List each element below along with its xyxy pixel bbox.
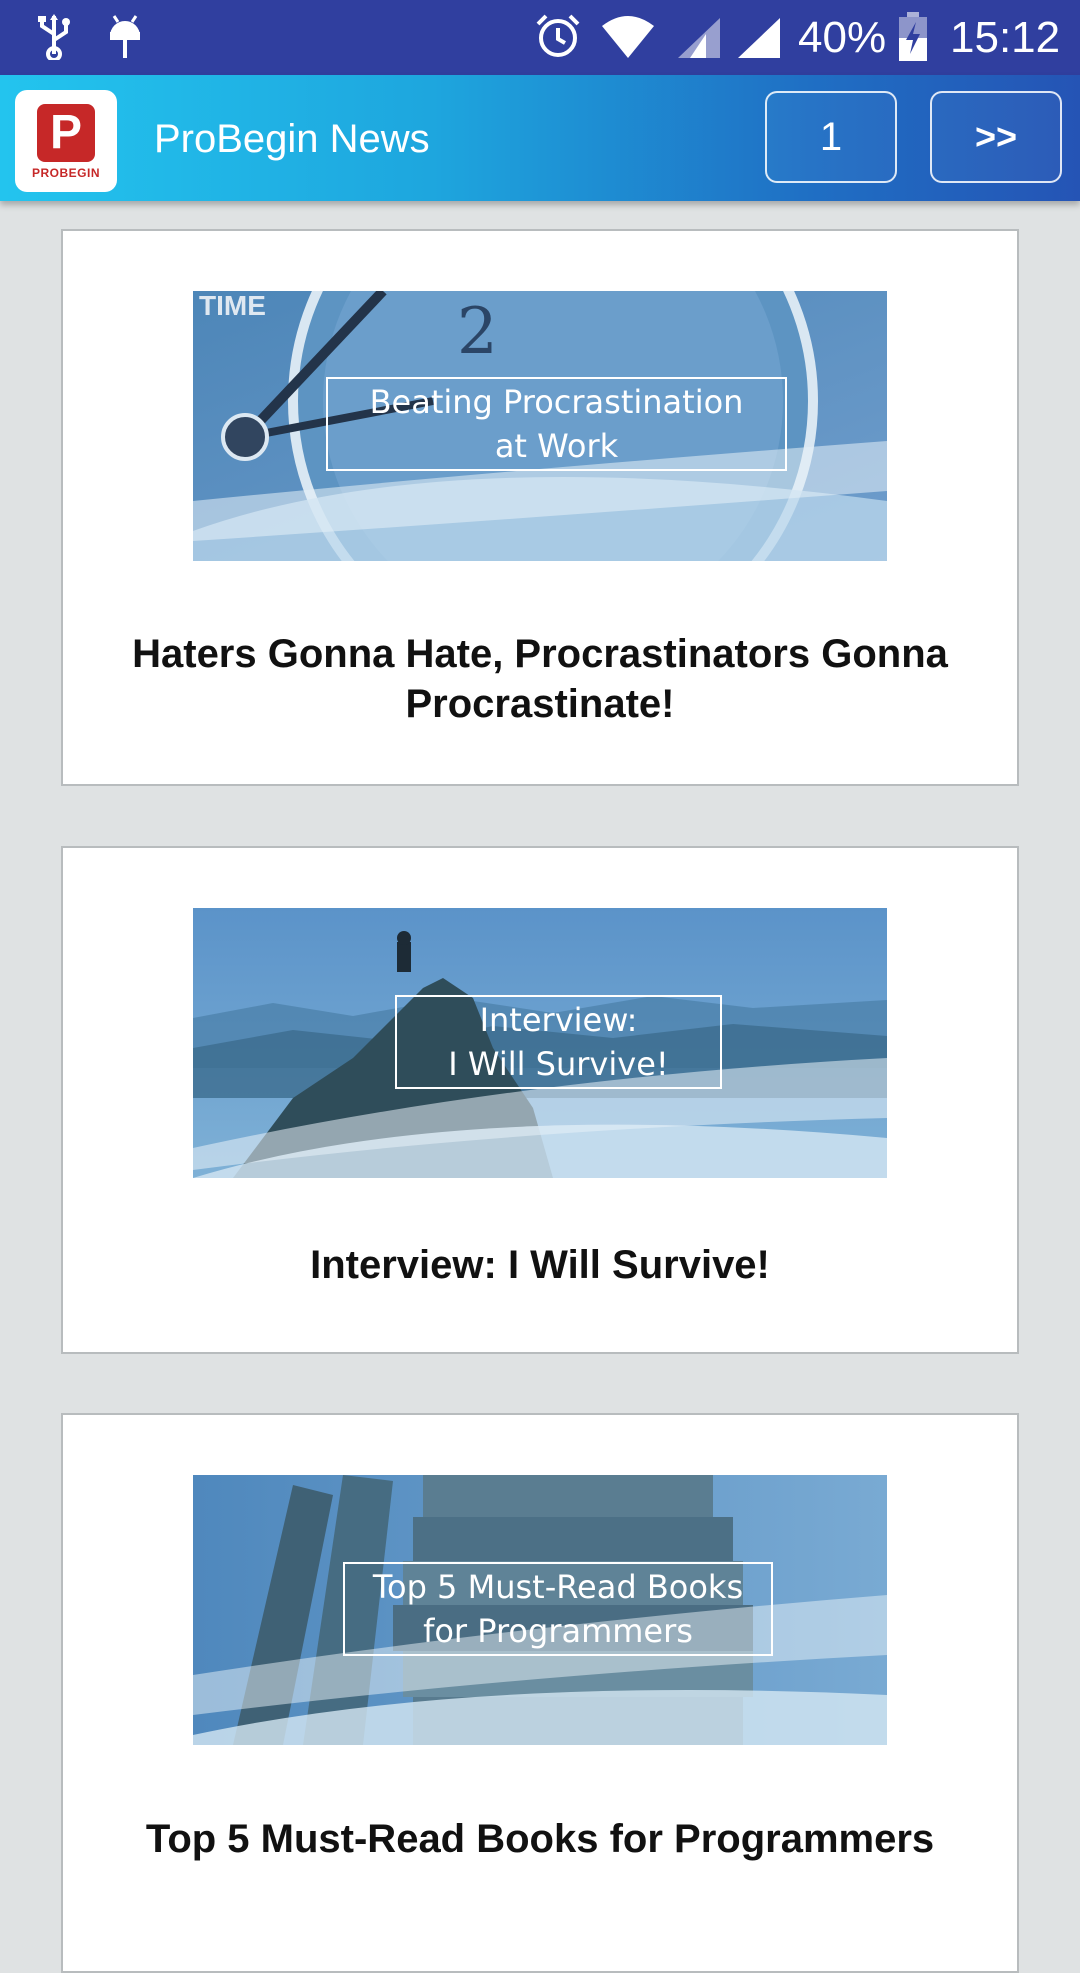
app-bar: P PROBEGIN ProBegin News 1 >> xyxy=(0,75,1080,201)
caption-line: Beating Procrastination xyxy=(369,383,744,421)
page-number-button[interactable]: 1 xyxy=(765,91,897,183)
clock: 15:12 xyxy=(950,13,1061,62)
app-title: ProBegin News xyxy=(154,117,430,161)
logo-letter: P xyxy=(49,106,82,159)
caption-line: Top 5 Must-Read Books xyxy=(372,1568,744,1606)
next-page-button[interactable]: >> xyxy=(930,91,1062,183)
caption-line: at Work xyxy=(494,427,619,465)
article-image[interactable]: 2 TIME Beating Procrastination at Work xyxy=(193,291,887,561)
article-image-caption: Beating Procrastination at Work xyxy=(326,377,787,471)
article-card[interactable]: 2 TIME Beating Procrastination at Work H… xyxy=(61,229,1019,786)
article-title[interactable]: Top 5 Must-Read Books for Programmers xyxy=(123,1814,957,1864)
article-card[interactable]: Interview: I Will Survive! Interview: I … xyxy=(61,846,1019,1354)
article-title[interactable]: Haters Gonna Hate, Procrastinators Gonna… xyxy=(123,629,957,729)
usb-icon xyxy=(36,14,72,65)
article-image[interactable]: Top 5 Must-Read Books for Programmers xyxy=(193,1475,887,1745)
caption-line: for Programmers xyxy=(423,1612,693,1650)
wifi-icon xyxy=(600,14,656,63)
app-logo[interactable]: P PROBEGIN xyxy=(15,90,117,192)
alarm-icon xyxy=(534,12,582,65)
signal-icon xyxy=(736,16,782,63)
android-debug-icon xyxy=(106,12,144,65)
logo-mark-icon: P xyxy=(37,104,95,162)
logo-text: PROBEGIN xyxy=(31,166,100,180)
signal-icon xyxy=(676,16,722,63)
svg-text:2: 2 xyxy=(457,295,498,369)
caption-line: I Will Survive! xyxy=(448,1045,669,1083)
battery-percent: 40% xyxy=(798,13,887,62)
battery-charging-icon xyxy=(898,12,928,67)
article-image-caption: Interview: I Will Survive! xyxy=(395,995,722,1089)
status-bar: 40% 15:12 xyxy=(0,0,1080,75)
clock-label: TIME xyxy=(199,291,266,321)
article-image[interactable]: Interview: I Will Survive! xyxy=(193,908,887,1178)
article-image-caption: Top 5 Must-Read Books for Programmers xyxy=(343,1562,773,1656)
article-card[interactable]: Top 5 Must-Read Books for Programmers To… xyxy=(61,1413,1019,1973)
article-title[interactable]: Interview: I Will Survive! xyxy=(123,1240,957,1290)
caption-line: Interview: xyxy=(479,1001,638,1039)
